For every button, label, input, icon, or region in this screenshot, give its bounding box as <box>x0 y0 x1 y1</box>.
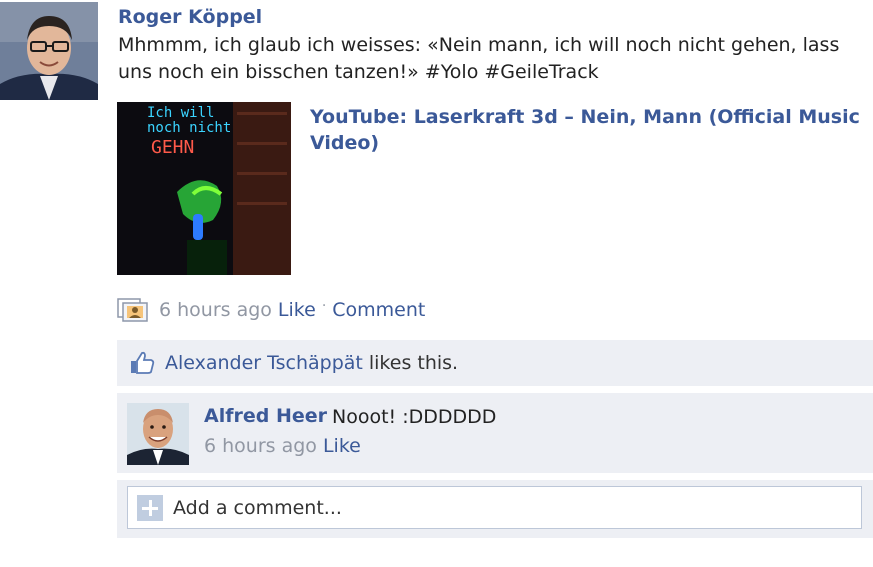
comment-text: Nooot! :DDDDDD <box>332 406 497 428</box>
post-timestamp[interactable]: 6 hours ago <box>159 299 272 321</box>
comment-like-link[interactable]: Like <box>323 435 361 457</box>
shared-link-icon <box>117 297 149 323</box>
add-comment-placeholder: Add a comment... <box>173 496 342 519</box>
author-avatar[interactable] <box>0 2 98 100</box>
post-message: Mhmmm, ich glaub ich weisses: «Nein mann… <box>118 34 840 83</box>
video-thumbnail[interactable]: Ich will noch nicht GEHN <box>117 102 291 275</box>
likes-suffix: likes this. <box>368 352 459 374</box>
thumbnail-text-3: GEHN <box>151 137 195 158</box>
commenter-avatar-image <box>127 403 189 465</box>
post-like-link[interactable]: Like <box>278 299 316 321</box>
add-comment-input[interactable]: Add a comment... <box>127 486 862 529</box>
comment-author[interactable]: Alfred Heer <box>204 405 327 427</box>
author-avatar-image <box>0 2 98 100</box>
comment-meta: 6 hours ago Like <box>204 435 361 457</box>
commenter-avatar[interactable] <box>127 403 189 465</box>
link-title[interactable]: YouTube: Laserkraft 3d – Nein, Mann (Off… <box>310 104 870 156</box>
plus-icon <box>137 494 163 521</box>
comment-timestamp[interactable]: 6 hours ago <box>204 435 317 457</box>
meta-separator: · <box>321 298 327 314</box>
likes-summary: Alexander Tschäppät likes this. <box>117 340 873 386</box>
post-comment-link[interactable]: Comment <box>332 299 425 321</box>
post-author-name[interactable]: Roger Köppel <box>118 6 262 28</box>
thumbnail-text-1: Ich will <box>147 105 215 121</box>
comment-item: Alfred Heer Nooot! :DDDDDD 6 hours ago L… <box>117 393 873 473</box>
thumbnail-text-2: noch nicht <box>147 120 232 136</box>
post-meta-row: 6 hours ago Like · Comment <box>117 297 425 323</box>
liker-name[interactable]: Alexander Tschäppät <box>165 352 363 374</box>
add-comment-section: Add a comment... <box>117 480 873 538</box>
thumbs-up-icon <box>129 350 155 376</box>
